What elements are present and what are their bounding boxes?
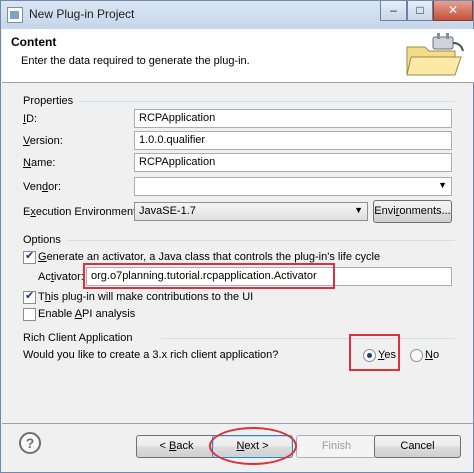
next-button-highlight	[209, 427, 297, 465]
name-label: Name:	[23, 157, 56, 169]
dropdown-arrow-icon: ▼	[438, 180, 447, 190]
execution-environment-label: Execution Environment:	[23, 206, 140, 218]
activator-highlight	[83, 263, 335, 289]
properties-group-label: Properties	[23, 95, 74, 107]
yes-option-highlight	[349, 334, 400, 371]
window-app-icon	[7, 7, 23, 23]
version-label: Version:	[23, 135, 63, 147]
page-description: Enter the data required to generate the …	[21, 55, 250, 67]
window-title: New Plug-in Project	[29, 7, 135, 21]
api-analysis-label: Enable API analysis	[38, 308, 136, 320]
generate-activator-checkbox[interactable]	[23, 249, 36, 264]
rich-client-group-label: Rich Client Application	[23, 332, 133, 344]
back-button[interactable]: < Back	[136, 435, 217, 458]
close-button[interactable]: ✕	[433, 1, 473, 21]
cancel-button[interactable]: Cancel	[374, 435, 461, 458]
environments-button[interactable]: Environments...	[373, 200, 452, 223]
options-group-label: Options	[23, 234, 61, 246]
plugin-folder-icon	[406, 33, 464, 76]
execution-environment-combo[interactable]: JavaSE-1.7 ▼	[134, 202, 368, 221]
maximize-button[interactable]: □	[407, 1, 433, 21]
rich-client-question: Would you like to create a 3.x rich clie…	[23, 349, 279, 361]
footer-separator	[2, 423, 474, 424]
api-analysis-checkbox[interactable]	[23, 308, 36, 321]
minimize-button[interactable]: –	[380, 1, 407, 21]
vendor-combo[interactable]: ▼	[134, 177, 452, 196]
name-field[interactable]: RCPApplication	[134, 153, 452, 172]
vendor-label: Vendor:	[23, 181, 61, 193]
properties-group-divider	[79, 101, 455, 102]
contributions-label: This plug-in will make contributions to …	[38, 291, 254, 303]
page-title: Content	[11, 35, 57, 49]
id-label: ID:	[23, 113, 38, 125]
wizard-header: Content Enter the data required to gener…	[2, 29, 474, 83]
help-icon[interactable]: ?	[19, 432, 41, 454]
generate-activator-label: Generate an activator, a Java class that…	[38, 251, 381, 263]
id-field[interactable]: RCPApplication	[134, 109, 452, 128]
no-radio[interactable]	[410, 349, 423, 362]
rich-client-group-divider	[161, 338, 455, 339]
options-group-divider	[67, 240, 455, 241]
new-plugin-project-dialog: New Plug-in Project – □ ✕ Content Enter …	[0, 0, 474, 473]
finish-button[interactable]: Finish	[296, 435, 377, 458]
version-field[interactable]: 1.0.0.qualifier	[134, 131, 452, 150]
contributions-checkbox[interactable]	[23, 289, 36, 304]
title-bar[interactable]: New Plug-in Project – □ ✕	[1, 1, 473, 29]
execution-environment-value: JavaSE-1.7	[139, 205, 196, 217]
no-label: No	[425, 349, 440, 361]
dropdown-arrow-icon: ▼	[354, 205, 363, 215]
activator-label: Activator:	[38, 271, 84, 283]
